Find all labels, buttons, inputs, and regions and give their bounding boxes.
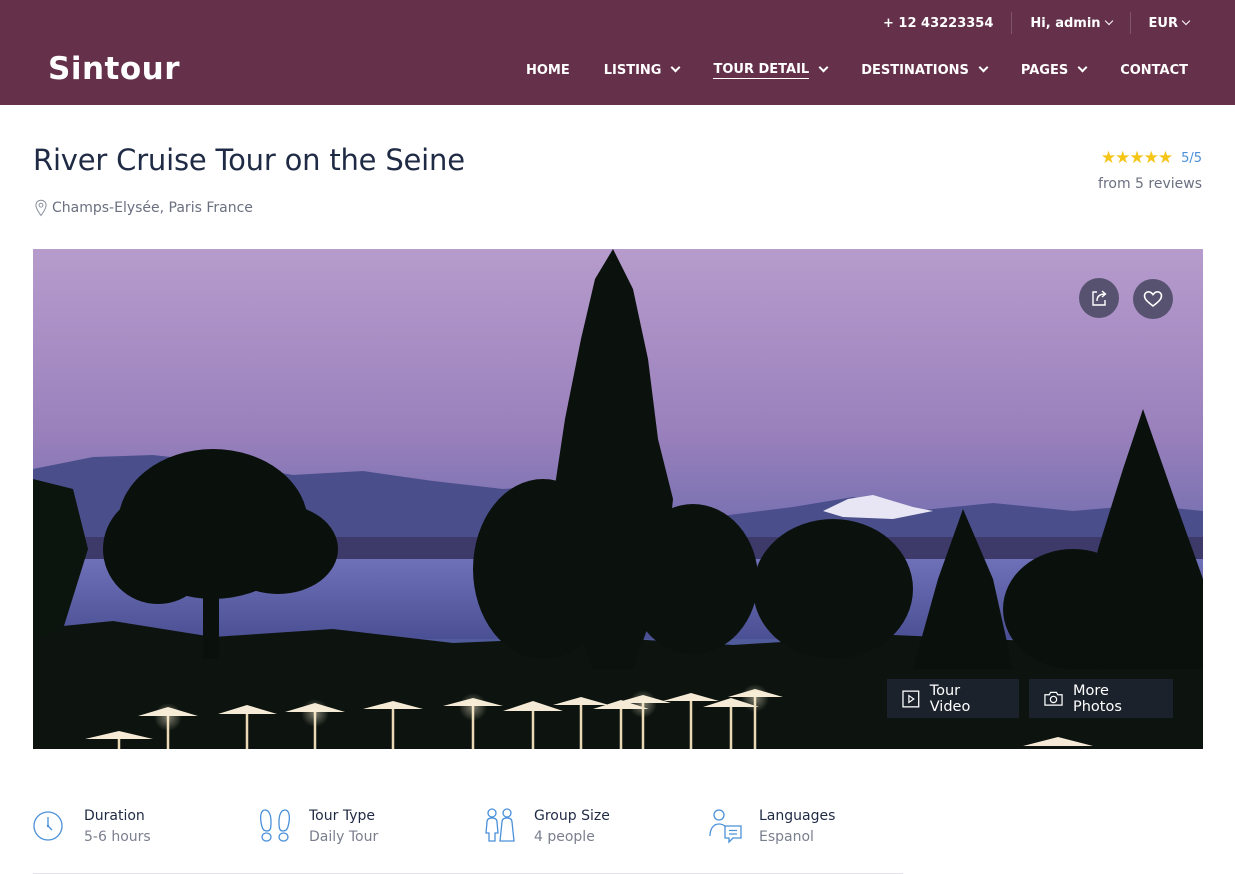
nav-destinations[interactable]: DESTINATIONS: [861, 60, 989, 80]
nav-label: LISTING: [603, 62, 662, 78]
fact-value: 4 people: [534, 829, 595, 845]
fact-label: Tour Type: [309, 808, 375, 824]
site-header: + 12 43223354 Hi, admin EUR Sintour HOME…: [0, 0, 1235, 105]
nav-listing[interactable]: LISTING: [603, 60, 681, 80]
main-nav: HOME LISTING TOUR DETAIL DESTINATIONS PA…: [526, 60, 1188, 80]
map-pin-icon: [35, 199, 47, 217]
nav-label: PAGES: [1020, 62, 1069, 78]
star-rating-icon: ★★★★★: [1100, 148, 1173, 168]
top-bar: + 12 43223354 Hi, admin EUR: [865, 12, 1191, 34]
user-greeting: Hi, admin: [1030, 15, 1101, 31]
site-logo[interactable]: Sintour: [48, 51, 180, 87]
chevron-down-icon: [978, 62, 989, 73]
people-icon: [485, 808, 515, 842]
nav-tour-detail[interactable]: TOUR DETAIL: [713, 60, 829, 80]
camera-icon: [1044, 691, 1063, 706]
favorite-button[interactable]: [1133, 279, 1173, 319]
nav-label: HOME: [525, 62, 570, 78]
rating-summary: ★★★★★ 5/5: [1101, 148, 1202, 168]
location-text: Champs-Elysée, Paris France: [52, 200, 253, 216]
hero-image: Tour Video More Photos: [33, 249, 1203, 749]
nav-contact[interactable]: CONTACT: [1120, 60, 1188, 80]
chat-user-icon: [709, 809, 742, 844]
tour-facts: Duration 5-6 hours Tour Type Daily Tour …: [33, 806, 903, 874]
chevron-down-icon: [818, 62, 829, 73]
chevron-down-icon: [1181, 16, 1191, 26]
nav-label: CONTACT: [1120, 62, 1188, 78]
footprints-icon: [259, 809, 291, 842]
review-count[interactable]: from 5 reviews: [1098, 176, 1202, 192]
phone-number: + 12 43223354: [883, 15, 994, 31]
tour-video-label: Tour Video: [929, 682, 971, 715]
fact-label: Group Size: [534, 808, 610, 824]
user-menu[interactable]: Hi, admin: [1011, 12, 1129, 34]
tour-location: Champs-Elysée, Paris France: [34, 199, 253, 217]
fact-value: 5-6 hours: [84, 829, 151, 845]
fact-value: Espanol: [759, 829, 814, 845]
nav-pages[interactable]: PAGES: [1020, 60, 1088, 80]
share-button[interactable]: [1079, 278, 1119, 318]
more-photos-button[interactable]: More Photos: [1029, 679, 1173, 718]
rating-score[interactable]: 5/5: [1181, 151, 1202, 166]
tour-video-button[interactable]: Tour Video: [887, 679, 1019, 718]
fact-languages: Languages Espanol: [708, 806, 835, 848]
heart-icon: [1143, 290, 1163, 308]
chevron-down-icon: [1077, 62, 1088, 73]
fact-tour-type: Tour Type Daily Tour: [258, 806, 378, 848]
nav-home[interactable]: HOME: [526, 60, 570, 80]
fact-duration: Duration 5-6 hours: [33, 806, 151, 848]
fact-value: Daily Tour: [309, 829, 379, 845]
fact-group-size: Group Size 4 people: [483, 806, 610, 848]
landscape-photo: [33, 249, 1203, 749]
phone-link[interactable]: + 12 43223354: [865, 12, 1011, 34]
video-play-icon: [902, 690, 920, 707]
nav-label: DESTINATIONS: [861, 62, 969, 78]
chevron-down-icon: [671, 62, 681, 73]
share-icon: [1092, 290, 1107, 306]
clock-icon: [33, 811, 63, 841]
currency-label: EUR: [1148, 15, 1178, 31]
currency-select[interactable]: EUR: [1129, 12, 1191, 34]
tour-title: River Cruise Tour on the Seine: [33, 143, 465, 177]
chevron-down-icon: [1104, 16, 1113, 26]
more-photos-label: More Photos: [1073, 682, 1122, 715]
nav-label-active: TOUR DETAIL: [713, 61, 810, 79]
fact-label: Languages: [759, 808, 836, 824]
fact-label: Duration: [84, 808, 145, 824]
